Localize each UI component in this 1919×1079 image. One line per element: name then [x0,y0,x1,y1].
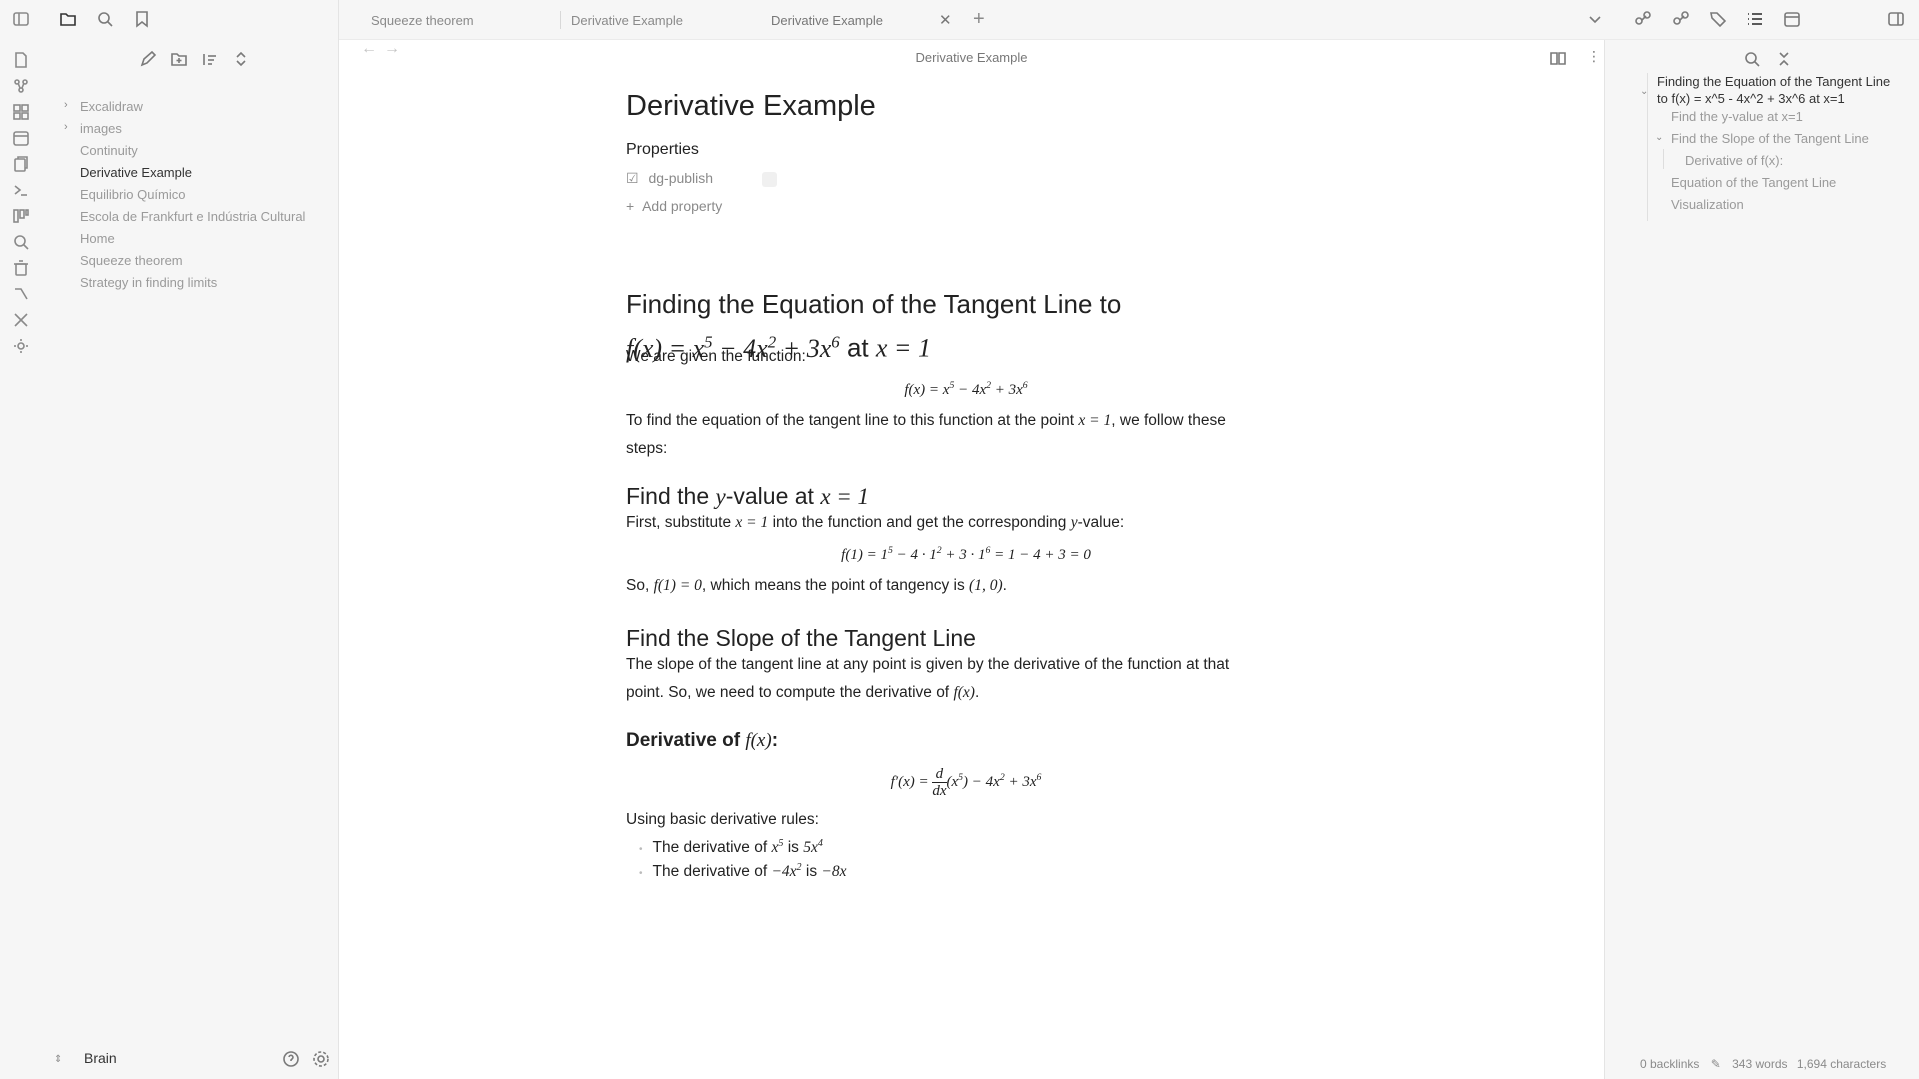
heading-slope: Find the Slope of the Tangent Line [626,625,976,651]
ribbon [0,0,44,1079]
list-item: • The derivative of −4x2 is −8x [639,862,847,881]
git-icon[interactable] [12,285,32,305]
sidebar-toggle-icon[interactable] [12,10,32,30]
search-icon[interactable] [96,10,114,33]
more-options-icon[interactable]: ⋮ [1587,48,1601,65]
outline-guide [1647,73,1648,221]
file-item[interactable]: Squeeze theorem [80,251,183,271]
file-item[interactable]: Escola de Frankfurt e Indústria Cultural [80,207,305,227]
file-item[interactable]: Home [80,229,115,249]
paragraph-tangency: So, f(1) = 0, which means the point of t… [626,577,1007,594]
calendar-icon[interactable] [1783,10,1801,33]
close-tab-icon[interactable]: ✕ [939,11,952,29]
outline-item-equation[interactable]: Equation of the Tangent Line [1671,175,1836,190]
chevron-right-icon[interactable]: › [64,121,68,133]
outline-item-y-value[interactable]: Find the y-value at x=1 [1671,109,1803,124]
tab-bar: Squeeze theorem Derivative Example Deriv… [339,0,1919,40]
sort-icon[interactable] [201,50,219,73]
bookmark-icon[interactable] [133,10,151,33]
tools-icon[interactable] [12,311,32,331]
add-property-button[interactable]: + Add property [626,198,1306,214]
tab-derivative-example-active[interactable]: Derivative Example [771,10,883,32]
tab-derivative-example[interactable]: Derivative Example [571,10,683,32]
plus-icon: + [626,198,635,214]
tab-squeeze-theorem[interactable]: Squeeze theorem [371,10,474,32]
kanban-icon[interactable] [12,207,32,227]
outline-item-slope[interactable]: Find the Slope of the Tangent Line [1671,131,1869,146]
file-explorer-sidebar: › Excalidraw › images Continuity Derivative E… [44,0,339,1079]
outline-item-tangent-line[interactable]: Finding the Equation of the Tangent Line… [1657,73,1902,107]
editor-pane: ← → Derivative Example ⋮ Derivative Exam… [339,40,1616,1079]
outline-indent-guide [1663,149,1664,169]
folder-icon[interactable] [59,10,77,33]
help-icon[interactable] [282,1050,300,1073]
tab-separator [560,11,561,29]
file-item[interactable]: Derivative Example [80,163,192,183]
outline-icon[interactable] [1746,10,1764,33]
reading-view-icon[interactable] [1549,49,1567,72]
heading-y-value: Find the y-value at x = 1 [626,483,870,509]
backlinks-count[interactable]: 0 backlinks [1640,1057,1699,1071]
paragraph-find: To find the equation of the tangent line… [626,412,1226,457]
vault-name[interactable]: Brain [84,1050,117,1066]
page-title: Derivative Example [626,90,876,122]
status-bar: 0 backlinks ✎ 343 words 1,694 characters [1640,1057,1886,1071]
vault-switcher-icon[interactable]: ⇕ [54,1054,62,1065]
file-item[interactable]: Equilibrio Químico [80,185,186,205]
folder-item[interactable]: images [80,119,122,139]
outline-panel: ⌄ Finding the Equation of the Tangent Li… [1604,40,1919,1079]
paragraph-given: We are given the function: [626,348,806,365]
word-count: 343 words [1732,1057,1788,1071]
collapse-all-icon[interactable] [232,50,250,73]
right-sidebar-toggle-icon[interactable] [1887,10,1905,33]
char-count: 1,694 characters [1796,1057,1887,1071]
new-note-icon[interactable] [12,51,32,71]
templates-icon[interactable] [12,155,32,175]
new-folder-icon[interactable] [170,50,188,73]
pencil-icon[interactable]: ✎ [1711,1057,1721,1071]
canvas-icon[interactable] [12,103,32,123]
new-note-icon[interactable] [139,50,157,73]
daily-note-icon[interactable] [12,129,32,149]
search-icon[interactable] [12,233,32,253]
paragraph-substitute: First, substitute x = 1 into the functio… [626,514,1125,531]
paragraph-slope: The slope of the tangent line at any poi… [626,656,1230,701]
property-row: ☑ dg-publish [626,170,1306,187]
collapse-icon[interactable] [1775,50,1793,73]
math-block-function: f(x) = x5 − 4x2 + 3x6 [904,380,1028,398]
new-tab-icon[interactable]: + [973,8,985,31]
backlinks-icon[interactable] [1672,10,1690,33]
properties-heading: Properties [626,141,699,158]
outgoing-links-icon[interactable] [1634,10,1652,33]
trash-icon[interactable] [12,259,32,279]
checkbox-icon: ☑ [626,170,639,186]
settings-gear-icon[interactable] [312,1050,330,1073]
view-header-title[interactable]: Derivative Example [339,50,1604,65]
property-key[interactable]: dg-publish [648,170,713,186]
outline-item-visualization[interactable]: Visualization [1671,197,1744,212]
outline-item-derivative[interactable]: Derivative of f(x): [1685,153,1783,168]
tags-icon[interactable] [1709,10,1727,33]
file-item[interactable]: Strategy in finding limits [80,273,217,293]
search-icon[interactable] [1743,50,1761,73]
property-checkbox[interactable] [761,171,777,187]
tab-list-chevron-icon[interactable] [1586,11,1604,34]
theme-icon[interactable] [12,337,32,357]
folder-item[interactable]: Excalidraw [80,97,143,117]
heading-derivative: Derivative of f(x): [626,730,779,751]
file-item[interactable]: Continuity [80,141,138,161]
graph-view-icon[interactable] [12,77,32,97]
chevron-down-icon[interactable]: ⌄ [1655,132,1663,143]
math-block-f1: f(1) = 15 − 4 · 12 + 3 · 16 = 1 − 4 + 3 … [841,545,1091,563]
math-block-derivative: f′(x) = d dx (x5) − 4x2 + 3x6 [890,766,1042,799]
chevron-right-icon[interactable]: › [64,99,68,111]
command-palette-icon[interactable] [12,181,32,201]
